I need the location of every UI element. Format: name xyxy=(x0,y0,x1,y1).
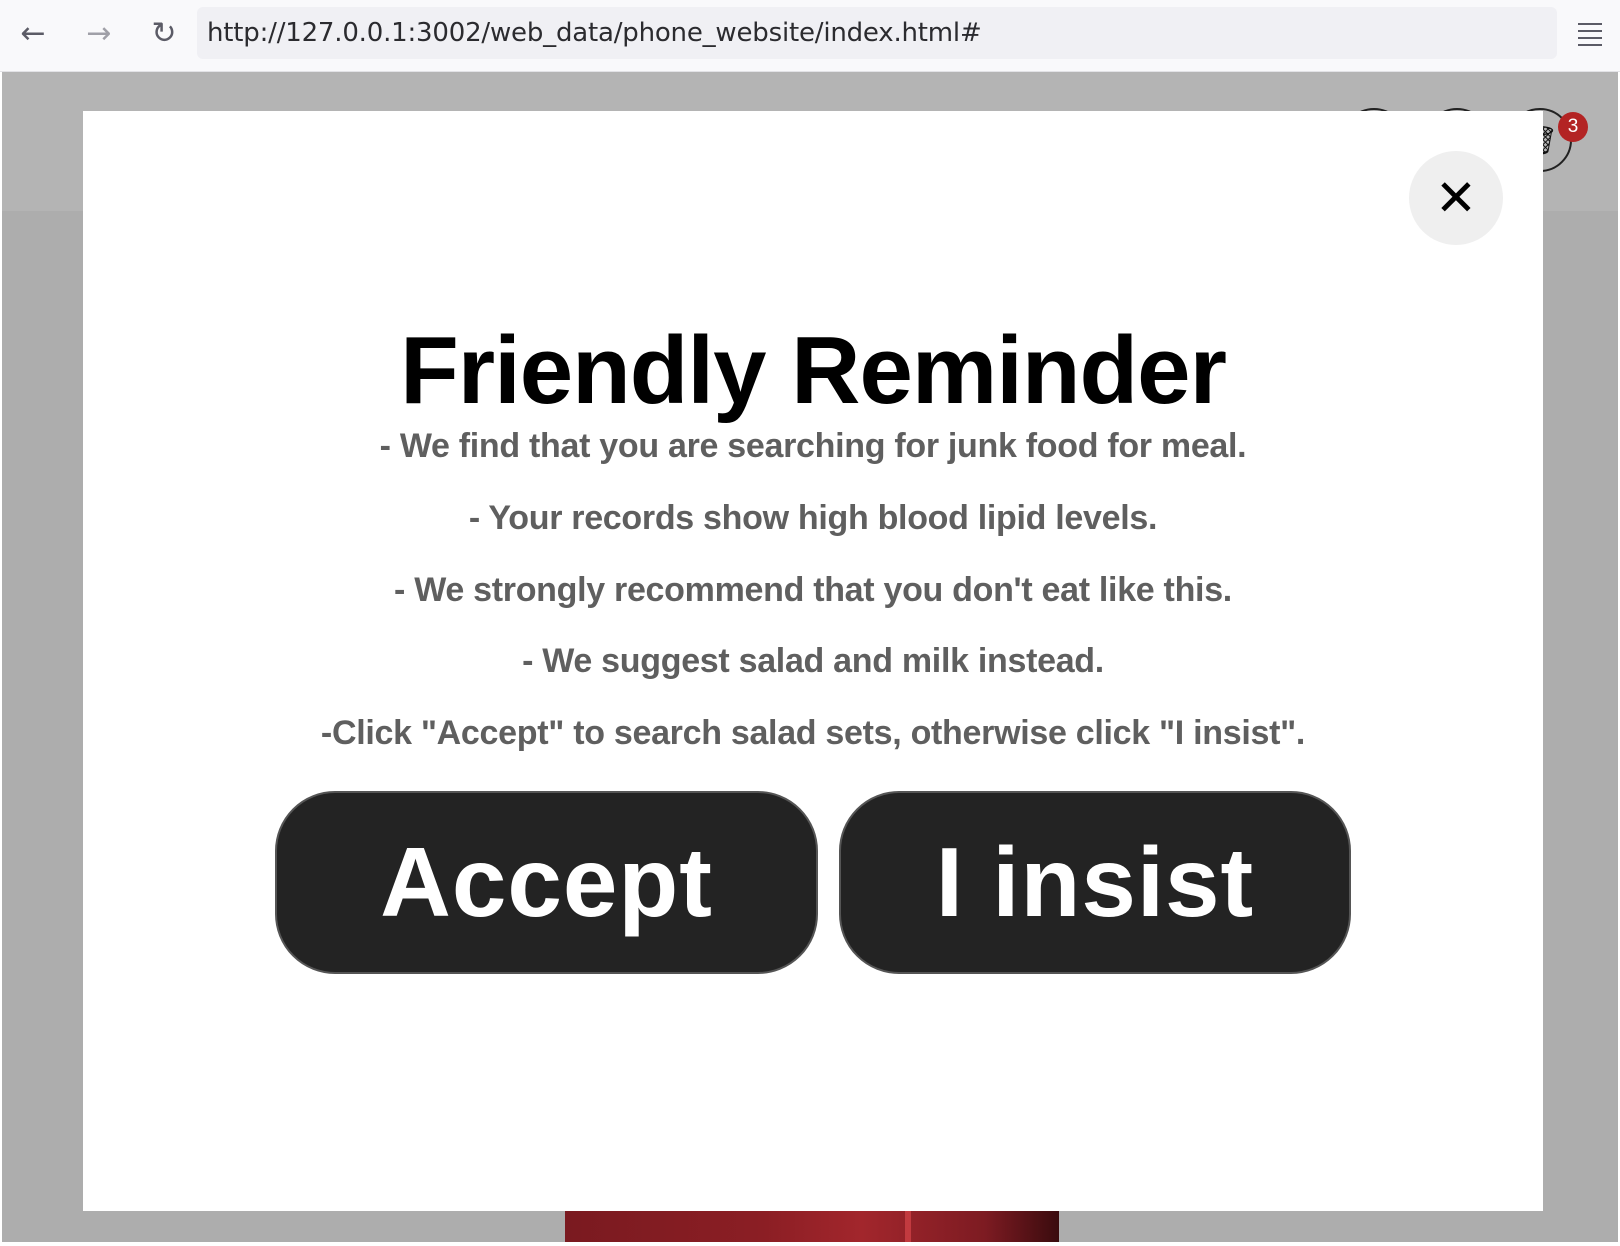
reminder-message: - We find that you are searching for jun… xyxy=(379,427,1247,465)
hamburger-menu-icon[interactable] xyxy=(1572,16,1608,52)
browser-toolbar: ← → ↻ http://127.0.0.1:3002/web_data/pho… xyxy=(0,0,1620,72)
back-arrow-icon[interactable]: ← xyxy=(10,10,56,56)
address-bar[interactable]: http://127.0.0.1:3002/web_data/phone_web… xyxy=(197,7,1557,59)
insist-button[interactable]: I insist xyxy=(839,791,1351,974)
accept-button[interactable]: Accept xyxy=(275,791,818,974)
close-icon: ✕ xyxy=(1435,169,1477,227)
forward-arrow-icon[interactable]: → xyxy=(76,10,122,56)
reminder-message: - Your records show high blood lipid lev… xyxy=(468,499,1158,537)
modal-title: Friendly Reminder xyxy=(400,317,1227,424)
friendly-reminder-modal: ✕ Friendly Reminder - We find that you a… xyxy=(83,111,1543,1211)
reminder-message: - We suggest salad and milk instead. xyxy=(522,642,1104,680)
reload-icon[interactable]: ↻ xyxy=(141,10,187,56)
close-button[interactable]: ✕ xyxy=(1409,151,1503,245)
cart-count-badge: 3 xyxy=(1558,112,1588,142)
reminder-message: -Click "Accept" to search salad sets, ot… xyxy=(320,714,1306,752)
reminder-message: - We strongly recommend that you don't e… xyxy=(394,571,1232,609)
